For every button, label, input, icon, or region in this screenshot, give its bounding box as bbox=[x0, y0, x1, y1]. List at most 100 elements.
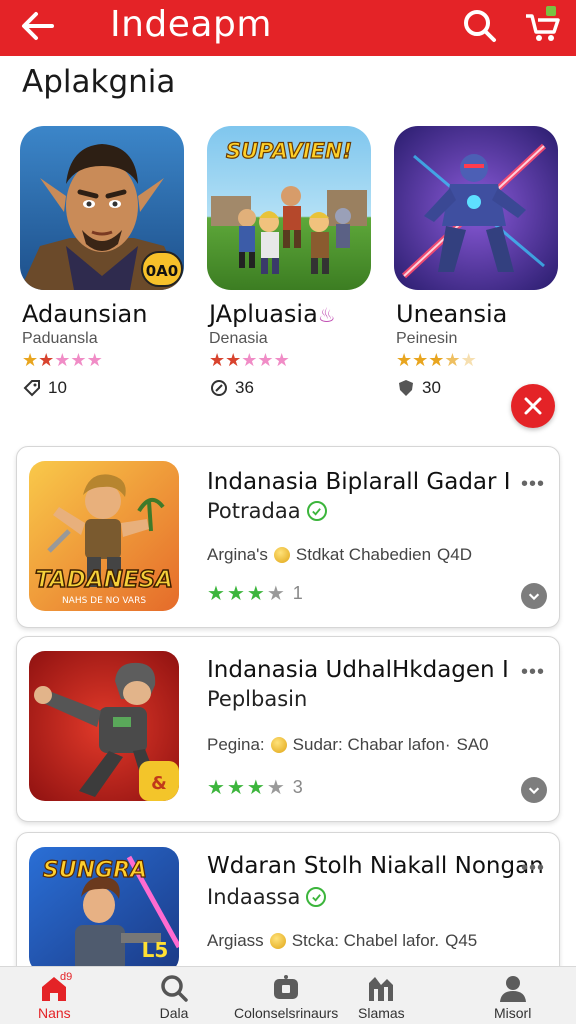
search-icon bbox=[161, 975, 188, 1002]
star-icon: ★ bbox=[412, 350, 429, 370]
back-arrow-icon[interactable] bbox=[18, 6, 58, 46]
app-title: Wdaran Stolh Niakall Nongan bbox=[207, 853, 544, 879]
nav-item-search[interactable]: Dala bbox=[158, 973, 190, 1021]
star-icon: ★ bbox=[70, 350, 87, 370]
app-title: Indanasia Biplarall Gadar I bbox=[207, 469, 511, 495]
nav-label: Slamas bbox=[358, 1005, 405, 1021]
star-icon: ★ bbox=[246, 777, 265, 799]
close-icon bbox=[524, 397, 542, 415]
star-icon: ★ bbox=[207, 777, 225, 799]
download-count: 36 bbox=[209, 378, 254, 398]
expand-button[interactable] bbox=[521, 777, 547, 803]
search-icon[interactable] bbox=[460, 6, 500, 46]
more-options-icon[interactable]: ••• bbox=[521, 857, 545, 880]
star-icon: ★ bbox=[38, 350, 55, 370]
star-icon: ★ bbox=[273, 350, 290, 370]
featured-app-developer: Denasia bbox=[209, 330, 268, 347]
icon-banner: TADANESA bbox=[35, 567, 173, 593]
sparkle-icon: ♨ bbox=[317, 303, 336, 327]
tag-icon bbox=[23, 380, 40, 397]
cart-icon[interactable] bbox=[520, 4, 564, 48]
app-publisher: Peplbasin bbox=[207, 687, 308, 711]
rating-stars: ★ ★ ★ ★ 1 bbox=[207, 581, 303, 606]
game-thumbnail-robot[interactable] bbox=[394, 126, 558, 290]
featured-app-card[interactable]: 0A0 Adaunsian Paduansla ★★★★★ 10 bbox=[20, 126, 186, 397]
nav-label: Colonselsrinaurs bbox=[234, 1005, 339, 1021]
star-icon: ★ bbox=[54, 350, 71, 370]
close-button[interactable] bbox=[511, 384, 555, 428]
game-thumbnail-warrior[interactable]: 0A0 bbox=[20, 126, 184, 290]
featured-app-name: JApluasia♨ bbox=[209, 300, 336, 328]
nav-label: Misorl bbox=[494, 1005, 532, 1021]
app-meta: Argina's Stdkat Chabedien Q4D bbox=[207, 545, 473, 564]
star-icon: ★ bbox=[266, 777, 285, 799]
app-publisher: Potradaa bbox=[207, 499, 327, 523]
featured-app-name: Adaunsian bbox=[22, 300, 148, 328]
rating-stars: ★★★★★ bbox=[22, 350, 103, 371]
app-meta: Argiass Stcka: Chabel lafor. Q45 bbox=[207, 931, 478, 950]
download-count: 30 bbox=[396, 378, 441, 398]
app-publisher: Indaassa bbox=[207, 885, 327, 909]
icon-level: L5 bbox=[142, 938, 169, 962]
star-icon: ★ bbox=[444, 350, 461, 370]
expand-button[interactable] bbox=[521, 583, 547, 609]
nav-label: Nans bbox=[38, 1005, 71, 1021]
more-options-icon[interactable]: ••• bbox=[521, 473, 545, 496]
profile-icon bbox=[499, 976, 526, 1002]
more-options-icon[interactable]: ••• bbox=[521, 661, 545, 684]
featured-app-developer: Peinesin bbox=[396, 330, 458, 347]
star-icon: ★ bbox=[428, 350, 445, 370]
game-thumbnail-heroes[interactable]: SUPAVIEN! bbox=[207, 126, 371, 290]
app-meta: Pegina: Sudar: Chabar lafon· SA0 bbox=[207, 735, 489, 754]
coin-icon bbox=[270, 737, 287, 753]
star-icon: ★ bbox=[209, 350, 226, 370]
section-title: Aplakgnia bbox=[22, 64, 176, 100]
star-icon: ★ bbox=[86, 350, 103, 370]
rating-stars: ★ ★ ★ ★ 3 bbox=[207, 775, 303, 800]
star-icon: ★ bbox=[257, 350, 274, 370]
nav-label: Dala bbox=[159, 1005, 189, 1021]
nav-item-home[interactable]: d9 Nans bbox=[38, 971, 73, 1021]
app-list-card[interactable]: & Indanasia UdhalHkdagen I ••• Peplbasin… bbox=[16, 636, 560, 822]
download-count: 10 bbox=[22, 378, 67, 398]
featured-app-developer: Paduansla bbox=[22, 330, 98, 347]
tag-icon bbox=[211, 380, 227, 396]
featured-app-card[interactable]: Uneansia Peinesin ★★★★★ 30 bbox=[394, 126, 560, 397]
featured-app-card[interactable]: SUPAVIEN! JApluasia♨ Denasia ★★★★★ 36 bbox=[207, 126, 373, 397]
nav-item-profile[interactable]: Misorl bbox=[494, 973, 531, 1021]
rating-stars: ★★★★★ bbox=[396, 350, 477, 371]
shield-icon bbox=[399, 380, 413, 396]
star-icon: ★ bbox=[226, 777, 245, 799]
star-icon: ★ bbox=[225, 350, 242, 370]
coin-icon bbox=[269, 933, 286, 949]
app-icon-soldier[interactable]: & bbox=[29, 651, 179, 801]
chart-icon bbox=[369, 977, 394, 1001]
app-list-card[interactable]: TADANESA NAHS DE NO VARS Indanasia Bipla… bbox=[16, 446, 560, 628]
app-icon-tadanesa[interactable]: TADANESA NAHS DE NO VARS bbox=[29, 461, 179, 611]
app-icon-sungra[interactable]: SUNGRA L5 bbox=[29, 847, 179, 973]
star-icon: ★ bbox=[207, 583, 225, 605]
star-icon: ★ bbox=[246, 583, 265, 605]
controller-icon bbox=[274, 975, 299, 999]
coin-icon bbox=[273, 547, 290, 563]
thumbnail-badge: 0A0 bbox=[146, 262, 178, 280]
rating-count: 3 bbox=[292, 777, 303, 797]
notification-badge: d9 bbox=[60, 971, 73, 983]
download-count-value: 30 bbox=[422, 378, 441, 397]
download-count-value: 10 bbox=[48, 378, 67, 397]
star-icon: ★ bbox=[460, 350, 477, 370]
verified-icon bbox=[306, 887, 327, 907]
star-icon: ★ bbox=[226, 583, 245, 605]
star-icon: ★ bbox=[241, 350, 258, 370]
chevron-down-icon bbox=[528, 787, 540, 795]
svg-text:&: & bbox=[151, 773, 167, 794]
nav-item-games[interactable]: Colonselsrinaurs bbox=[234, 973, 338, 1021]
star-icon: ★ bbox=[266, 583, 285, 605]
download-count-value: 36 bbox=[235, 378, 254, 397]
verified-icon bbox=[306, 501, 327, 521]
app-title: Indanasia UdhalHkdagen I bbox=[207, 657, 509, 683]
rating-stars: ★★★★★ bbox=[209, 350, 290, 371]
app-header: Indeapm bbox=[0, 0, 576, 56]
nav-item-stats[interactable]: Slamas bbox=[358, 973, 405, 1021]
chevron-down-icon bbox=[528, 593, 540, 601]
